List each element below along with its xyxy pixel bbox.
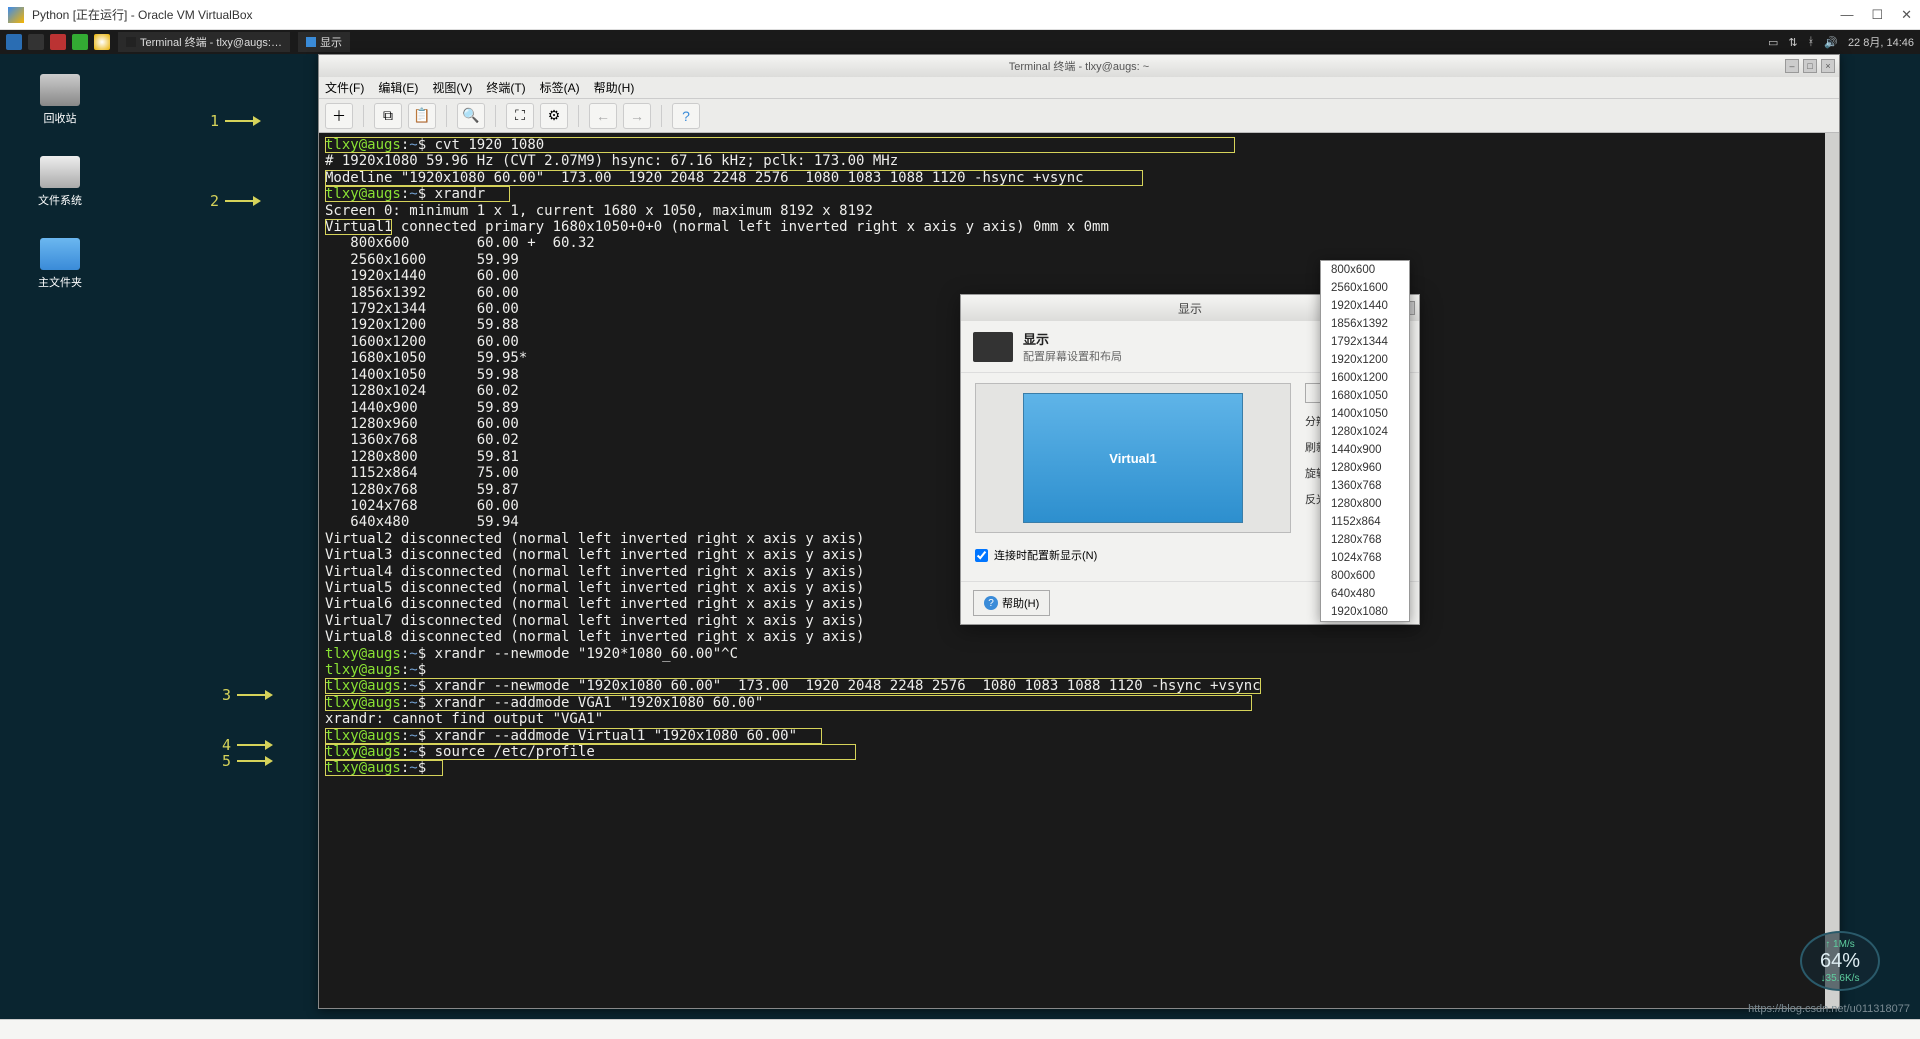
menu-tabs[interactable]: 标签(A) xyxy=(540,79,580,96)
resolution-option[interactable]: 1400x1050 xyxy=(1321,405,1409,423)
guest-top-panel: Terminal 终端 - tlxy@augs:… 显示 ▭ ⇅ ᚼ 🔊 22 … xyxy=(0,30,1920,54)
resolution-option[interactable]: 1680x1050 xyxy=(1321,387,1409,405)
virtualbox-title: Python [正在运行] - Oracle VM VirtualBox xyxy=(32,6,1840,23)
modeline-output: Modeline "1920x1080_60.00" 173.00 1920 2… xyxy=(325,170,1084,186)
terminal-menubar: 文件(F) 编辑(E) 视图(V) 终端(T) 标签(A) 帮助(H) xyxy=(319,77,1839,99)
help-button[interactable]: ?帮助(H) xyxy=(973,590,1050,616)
copy-button[interactable]: ⧉ xyxy=(374,103,402,129)
monitor-icon xyxy=(973,332,1013,362)
apps-menu-icon[interactable] xyxy=(6,34,22,50)
menu-help[interactable]: 帮助(H) xyxy=(594,79,635,96)
minimize-button[interactable]: — xyxy=(1840,7,1853,23)
resolution-option[interactable]: 2560x1600 xyxy=(1321,279,1409,297)
resolution-option[interactable]: 1280x960 xyxy=(1321,459,1409,477)
resolution-option[interactable]: 800x600 xyxy=(1321,567,1409,585)
help-icon: ? xyxy=(984,596,998,610)
cvt-output-line: # 1920x1080 59.96 Hz (CVT 2.07M9) hsync:… xyxy=(325,153,898,169)
network-icon[interactable]: ⇅ xyxy=(1788,36,1797,49)
virtualbox-titlebar: Python [正在运行] - Oracle VM VirtualBox — ☐… xyxy=(0,0,1920,30)
search-button[interactable]: 🔍 xyxy=(457,103,485,129)
resolution-option[interactable]: 640x480 xyxy=(1321,585,1409,603)
settings-button[interactable]: ⚙ xyxy=(540,103,568,129)
terminal-maximize[interactable]: □ xyxy=(1803,59,1817,73)
virtualbox-icon xyxy=(8,7,24,23)
resolution-option[interactable]: 1280x1024 xyxy=(1321,423,1409,441)
panel-launchers xyxy=(6,34,110,50)
resolution-option[interactable]: 1280x800 xyxy=(1321,495,1409,513)
menu-terminal[interactable]: 终端(T) xyxy=(486,79,525,96)
configure-on-connect-label: 连接时配置新显示(N) xyxy=(994,547,1097,563)
launcher-icon[interactable] xyxy=(28,34,44,50)
help-button[interactable]: ? xyxy=(672,103,700,129)
network-speed-widget[interactable]: ↑ 1M/s 64% ↓35.6K/s xyxy=(1800,931,1880,991)
resolution-dropdown-menu: 800x6002560x16001920x14401856x13921792x1… xyxy=(1320,260,1410,622)
terminal-titlebar[interactable]: Terminal 终端 - tlxy@augs: ~ –□ × xyxy=(319,55,1839,77)
desktop-filesystem[interactable]: 文件系统 xyxy=(30,156,90,208)
new-tab-button[interactable]: ＋ xyxy=(325,103,353,129)
terminal-toolbar: ＋ ⧉ 📋 🔍 ⛶ ⚙ ← → ? xyxy=(319,99,1839,133)
configure-on-connect-checkbox[interactable] xyxy=(975,549,988,562)
annotation-1: 1 xyxy=(210,112,261,130)
battery-icon[interactable]: ▭ xyxy=(1768,36,1778,49)
terminal-close[interactable]: × xyxy=(1821,59,1835,73)
netspeed-percent: 64% xyxy=(1820,950,1860,973)
xrandr-modes: 800x600 60.00 + 60.32 2560x1600 59.99 19… xyxy=(325,235,595,530)
terminal-minimize[interactable]: – xyxy=(1785,59,1799,73)
launcher-icon[interactable] xyxy=(50,34,66,50)
taskbar-terminal-button[interactable]: Terminal 终端 - tlxy@augs:… xyxy=(118,32,290,52)
preview-screen[interactable]: Virtual1 xyxy=(1023,393,1243,523)
annotation-2: 2 xyxy=(210,192,261,210)
resolution-option[interactable]: 1600x1200 xyxy=(1321,369,1409,387)
disk-icon xyxy=(40,156,80,188)
resolution-option[interactable]: 1440x900 xyxy=(1321,441,1409,459)
chrome-icon[interactable] xyxy=(94,34,110,50)
resolution-option[interactable]: 1856x1392 xyxy=(1321,315,1409,333)
paste-button[interactable]: 📋 xyxy=(408,103,436,129)
resolution-option[interactable]: 1920x1440 xyxy=(1321,297,1409,315)
display-preview[interactable]: Virtual1 xyxy=(975,383,1291,533)
resolution-option[interactable]: 1024x768 xyxy=(1321,549,1409,567)
resolution-option[interactable]: 1920x1200 xyxy=(1321,351,1409,369)
menu-view[interactable]: 视图(V) xyxy=(432,79,472,96)
display-dialog-title: 显示 xyxy=(1178,300,1202,317)
taskbar-display-button[interactable]: 显示 xyxy=(298,32,350,52)
dialog-header-subtitle: 配置屏幕设置和布局 xyxy=(1023,348,1122,364)
bluetooth-icon[interactable]: ᚼ xyxy=(1808,36,1815,48)
menu-file[interactable]: 文件(F) xyxy=(325,79,364,96)
dialog-header-title: 显示 xyxy=(1023,329,1122,348)
desktop-icons: 回收站 文件系统 主文件夹 xyxy=(30,74,90,290)
annotation-5: 5 xyxy=(222,752,273,770)
trash-icon xyxy=(40,74,80,106)
forward-button[interactable]: → xyxy=(623,103,651,129)
folder-icon xyxy=(40,238,80,270)
terminal-title: Terminal 终端 - tlxy@augs: ~ xyxy=(1009,58,1149,74)
resolution-option[interactable]: 1152x864 xyxy=(1321,513,1409,531)
menu-edit[interactable]: 编辑(E) xyxy=(378,79,418,96)
resolution-option[interactable]: 1792x1344 xyxy=(1321,333,1409,351)
window-buttons: — ☐ ✕ xyxy=(1840,7,1912,23)
maximize-button[interactable]: ☐ xyxy=(1871,7,1883,23)
xrandr-disconnected: Virtual2 disconnected (normal left inver… xyxy=(325,531,864,645)
virtualbox-statusbar xyxy=(0,1019,1920,1039)
annotation-3: 3 xyxy=(222,686,273,704)
launcher-icon[interactable] xyxy=(72,34,88,50)
volume-icon[interactable]: 🔊 xyxy=(1824,36,1838,49)
guest-desktop: 回收站 文件系统 主文件夹 1 2 3 4 5 Terminal 终端 - tl… xyxy=(0,54,1920,1019)
close-button[interactable]: ✕ xyxy=(1901,7,1912,23)
resolution-option[interactable]: 1920x1080 xyxy=(1321,603,1409,621)
resolution-option[interactable]: 1360x768 xyxy=(1321,477,1409,495)
back-button[interactable]: ← xyxy=(589,103,617,129)
screen-line: Screen 0: minimum 1 x 1, current 1680 x … xyxy=(325,203,873,219)
desktop-home[interactable]: 主文件夹 xyxy=(30,238,90,290)
watermark: https://blog.csdn.net/u011318077 xyxy=(1748,1003,1910,1015)
desktop-trash[interactable]: 回收站 xyxy=(30,74,90,126)
resolution-option[interactable]: 1280x768 xyxy=(1321,531,1409,549)
terminal-scrollbar[interactable] xyxy=(1825,133,1839,1008)
system-tray: ▭ ⇅ ᚼ 🔊 22 8月, 14:46 xyxy=(1768,34,1914,50)
xrandr-error: xrandr: cannot find output "VGA1" xyxy=(325,711,603,727)
resolution-option[interactable]: 800x600 xyxy=(1321,261,1409,279)
fullscreen-button[interactable]: ⛶ xyxy=(506,103,534,129)
clock[interactable]: 22 8月, 14:46 xyxy=(1848,34,1914,50)
